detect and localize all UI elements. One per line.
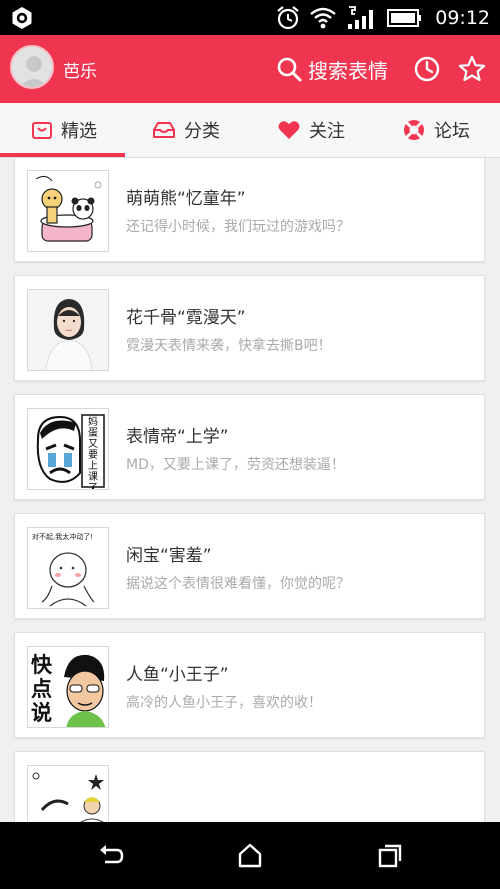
sticker-thumbnail-bears bbox=[27, 170, 109, 252]
lifebuoy-icon bbox=[404, 119, 424, 140]
tab-label: 论坛 bbox=[434, 120, 470, 142]
signal-icon bbox=[348, 5, 374, 29]
tab-label: 关注 bbox=[309, 120, 345, 142]
user-name[interactable]: 芭乐 bbox=[63, 57, 97, 82]
list-item[interactable]: 快点说 人鱼“小王子” 高冷的人鱼小王子，喜欢的收！ bbox=[14, 632, 485, 738]
tab-following[interactable]: 关注 bbox=[277, 103, 345, 156]
item-title: 闲宝“害羞” bbox=[126, 546, 212, 566]
item-description: 还记得小时候，我们玩过的游戏吗？ bbox=[126, 219, 350, 235]
sticker-thumbnail-partial bbox=[27, 765, 109, 822]
tab-bar: 精选 分类 关注 论坛 bbox=[0, 103, 500, 158]
status-bar: 09:12 bbox=[0, 0, 500, 35]
tab-label: 分类 bbox=[184, 120, 220, 142]
app-header: 芭乐 搜索表情 bbox=[0, 35, 500, 103]
list-item[interactable]: 妈蛋又要上课了 表情帝“上学” MD，又要上课了，劳资还想装逼！ bbox=[14, 394, 485, 500]
bag-icon bbox=[32, 121, 52, 139]
sticker-caption: 对不起,我太冲动了! bbox=[32, 533, 94, 541]
item-description: 霓漫天表情来袭，快拿去撕B吧！ bbox=[126, 338, 332, 354]
avatar-placeholder-icon bbox=[19, 56, 49, 87]
history-icon[interactable] bbox=[414, 56, 440, 82]
sticker-sign-text: 妈蛋又要上课了 bbox=[88, 417, 98, 490]
battery-icon bbox=[387, 8, 422, 27]
list-item[interactable]: 萌萌熊“忆童年” 还记得小时候，我们玩过的游戏吗？ bbox=[14, 158, 485, 262]
tab-categories[interactable]: 分类 bbox=[152, 103, 220, 156]
tab-label: 精选 bbox=[61, 120, 97, 142]
heart-icon bbox=[278, 120, 300, 139]
system-nav-bar bbox=[0, 822, 500, 889]
list-item[interactable]: 花千骨“霓漫天” 霓漫天表情来袭，快拿去撕B吧！ bbox=[14, 275, 485, 381]
sticker-thumbnail-mermaid-prince: 快点说 bbox=[27, 646, 109, 728]
alarm-icon bbox=[277, 5, 299, 29]
list-item[interactable]: 对不起,我太冲动了! 闲宝“害羞” 据说这个表情很难看懂，你觉的呢？ bbox=[14, 513, 485, 619]
item-title: 表情帝“上学” bbox=[126, 427, 229, 447]
avatar[interactable] bbox=[10, 45, 54, 89]
tab-forum[interactable]: 论坛 bbox=[402, 103, 470, 156]
sticker-thumbnail-shy: 对不起,我太冲动了! bbox=[27, 527, 109, 609]
settings-icon bbox=[12, 7, 32, 29]
sticker-pack-list[interactable]: 萌萌熊“忆童年” 还记得小时候，我们玩过的游戏吗？ 花千骨“霓漫天” 霓漫天表情… bbox=[0, 158, 500, 822]
item-description: 高冷的人鱼小王子，喜欢的收！ bbox=[126, 695, 322, 711]
clock: 09:12 bbox=[435, 6, 490, 29]
active-tab-indicator bbox=[0, 153, 125, 157]
search-icon bbox=[277, 57, 302, 82]
tab-featured[interactable]: 精选 bbox=[31, 103, 97, 156]
wifi-icon bbox=[310, 7, 337, 28]
item-description: MD，又要上课了，劳资还想装逼！ bbox=[126, 457, 345, 473]
status-icons: 09:12 bbox=[275, 0, 490, 35]
sticker-thumbnail-meme-face: 妈蛋又要上课了 bbox=[27, 408, 109, 490]
item-description: 据说这个表情很难看懂，你觉的呢？ bbox=[126, 576, 350, 592]
item-title: 萌萌熊“忆童年” bbox=[126, 189, 246, 209]
search-button[interactable]: 搜索表情 bbox=[276, 52, 388, 86]
star-icon[interactable] bbox=[458, 55, 486, 83]
search-label: 搜索表情 bbox=[308, 58, 388, 83]
list-item[interactable] bbox=[14, 751, 485, 822]
sticker-thumbnail-actress bbox=[27, 289, 109, 371]
home-icon[interactable] bbox=[236, 842, 264, 870]
recents-icon[interactable] bbox=[376, 842, 404, 870]
item-title: 花千骨“霓漫天” bbox=[126, 308, 246, 328]
tray-icon bbox=[153, 121, 175, 138]
back-icon[interactable] bbox=[97, 842, 125, 870]
item-title: 人鱼“小王子” bbox=[126, 665, 229, 685]
